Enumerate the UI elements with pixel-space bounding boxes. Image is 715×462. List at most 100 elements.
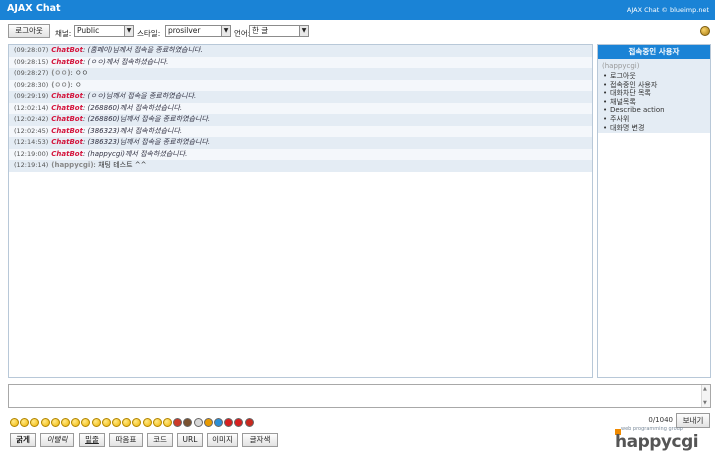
format-button[interactable]: 글자색 xyxy=(242,433,278,447)
message-author[interactable]: (ㅇㅇ) xyxy=(51,69,70,77)
emoticon-icon[interactable] xyxy=(214,418,223,427)
chevron-down-icon: ▼ xyxy=(124,26,133,36)
emoticon-icon[interactable] xyxy=(173,418,183,427)
format-button[interactable]: 이미지 xyxy=(207,433,238,447)
chat-message: (12:02:14) ChatBot: (268860)께서 접속하셨습니다. xyxy=(9,102,592,114)
message-author[interactable]: ChatBot xyxy=(51,115,83,123)
emoticon-icon[interactable] xyxy=(203,418,213,427)
channel-label: 채널: xyxy=(55,29,72,38)
emoticon-icon[interactable] xyxy=(20,418,30,427)
message-time: (12:02:45) xyxy=(14,126,49,135)
emoticon-icon[interactable] xyxy=(30,418,40,427)
language-select-value: 한 글 xyxy=(252,26,269,35)
message-text: : (386323)님께서 접속을 종료하였습니다. xyxy=(82,138,211,146)
message-time: (12:02:42) xyxy=(14,115,49,123)
message-time: (09:29:19) xyxy=(14,92,49,100)
message-time: (09:28:27) xyxy=(14,69,49,77)
format-button[interactable]: URL xyxy=(177,433,203,447)
channel-select[interactable]: Public ▼ xyxy=(74,25,134,37)
message-time: (12:14:53) xyxy=(14,138,49,146)
chat-message: (09:29:19) ChatBot: (ㅇㅇ)님께서 접속을 종료하였습니다. xyxy=(9,91,592,103)
user-menu-item[interactable]: 채널목록 xyxy=(602,98,706,107)
message-text: : (ㅇㅇ)께서 접속하셨습니다. xyxy=(82,57,169,66)
message-author[interactable]: (ㅇㅇ) xyxy=(51,81,70,89)
user-menu-item[interactable]: 접속중인 사용자 xyxy=(602,81,706,90)
emoticon-icon[interactable] xyxy=(132,418,142,427)
language-select[interactable]: 한 글 ▼ xyxy=(249,25,309,37)
message-text: : (386323)께서 접속하셨습니다. xyxy=(82,126,183,135)
scrollbar[interactable]: ▲ ▼ xyxy=(701,385,710,407)
format-button[interactable]: 굵게 xyxy=(10,433,36,447)
user-menu-item[interactable]: 주사위 xyxy=(602,115,706,124)
message-author[interactable]: ChatBot xyxy=(51,92,83,100)
format-button[interactable]: 따옴표 xyxy=(109,433,143,447)
message-author[interactable]: ChatBot xyxy=(51,127,83,135)
online-list: 접속중인 사용자 (happycgi) 로그아웃접속중인 사용자대화차단 목록채… xyxy=(597,44,711,378)
online-user-panel: (happycgi) 로그아웃접속중인 사용자대화차단 목록채널목록Descri… xyxy=(598,59,710,133)
chat-message: (12:02:45) ChatBot: (386323)께서 접속하셨습니다. xyxy=(9,125,592,137)
emoticon-icon[interactable] xyxy=(40,418,50,427)
chat-message: (12:19:14) (happycgi): 채팅 테스트 ^^ xyxy=(9,160,592,172)
emoticon-icon[interactable] xyxy=(101,418,111,427)
emoticon-icon[interactable] xyxy=(50,418,60,427)
emoticon-icon[interactable] xyxy=(234,418,244,427)
message-input[interactable]: ▲ ▼ xyxy=(8,384,711,408)
message-text: : (268860)께서 접속하셨습니다. xyxy=(82,103,183,112)
emoticon-icon[interactable] xyxy=(142,418,152,427)
emoticon-icon[interactable] xyxy=(224,418,234,427)
toolbar: 로그아웃 채널: Public ▼ 스타일: prosilver ▼ 언어: 한… xyxy=(0,20,715,42)
user-menu: 로그아웃접속중인 사용자대화차단 목록채널목록Describe action주사… xyxy=(602,72,706,132)
emoticon-icon[interactable] xyxy=(152,418,162,427)
emoticon-icon[interactable] xyxy=(61,418,70,427)
user-menu-item[interactable]: 대화명 변경 xyxy=(602,124,706,133)
emoticon-icon[interactable] xyxy=(193,418,203,427)
style-select-value: prosilver xyxy=(168,26,201,35)
message-author[interactable]: ChatBot xyxy=(51,150,83,158)
message-text: : (268860)님께서 접속을 종료하였습니다. xyxy=(82,115,211,123)
message-time: (09:28:15) xyxy=(14,57,49,66)
language-label: 언어: xyxy=(234,29,251,38)
message-text: : ㅇㅇ xyxy=(70,69,89,77)
format-button[interactable]: 밑줄 xyxy=(79,433,105,447)
emoticon-icon[interactable] xyxy=(71,418,81,427)
chat-message: (12:14:53) ChatBot: (386323)님께서 접속을 종료하였습… xyxy=(9,137,592,149)
logo-text: happycgi xyxy=(615,432,699,452)
online-user[interactable]: (happycgi) xyxy=(602,62,706,70)
message-text: : ㅇ xyxy=(70,80,82,89)
emoticon-icon[interactable] xyxy=(10,418,19,427)
user-menu-item[interactable]: 대화차단 목록 xyxy=(602,89,706,98)
message-author[interactable]: (happycgi) xyxy=(51,161,93,169)
app-header: AJAX Chat AJAX Chat © blueimp.net xyxy=(0,0,715,20)
app-title: AJAX Chat xyxy=(7,3,61,14)
message-author[interactable]: ChatBot xyxy=(51,46,83,54)
style-label: 스타일: xyxy=(137,29,161,38)
message-author[interactable]: ChatBot xyxy=(51,104,83,112)
format-button[interactable]: 코드 xyxy=(147,433,173,447)
emoticon-icon[interactable] xyxy=(112,418,121,427)
message-time: (12:02:14) xyxy=(14,103,49,112)
chevron-down-icon: ▼ xyxy=(221,26,230,36)
message-time: (09:28:07) xyxy=(14,46,49,54)
character-counter: 0/1040 xyxy=(648,416,673,424)
logout-button[interactable]: 로그아웃 xyxy=(8,24,50,38)
chat-message: (09:28:15) ChatBot: (ㅇㅇ)께서 접속하셨습니다. xyxy=(9,56,592,68)
style-select[interactable]: prosilver ▼ xyxy=(165,25,231,37)
emoticon-icon[interactable] xyxy=(81,418,91,427)
emoticon-icon[interactable] xyxy=(91,418,101,427)
chat-list[interactable]: (09:28:07) ChatBot: (홈페이)님께서 접속을 종료하였습니다.… xyxy=(8,44,593,378)
message-author[interactable]: ChatBot xyxy=(51,58,83,66)
message-time: (12:19:00) xyxy=(14,149,49,158)
emoticon-icon[interactable] xyxy=(122,418,132,427)
emoticon-icon[interactable] xyxy=(183,418,193,427)
emoticon-icon[interactable] xyxy=(163,418,172,427)
scroll-down-icon[interactable]: ▼ xyxy=(703,400,707,406)
user-menu-item[interactable]: Describe action xyxy=(602,106,706,115)
status-icon[interactable] xyxy=(700,26,710,36)
message-time: (12:19:14) xyxy=(14,161,49,169)
user-menu-item[interactable]: 로그아웃 xyxy=(602,72,706,81)
scroll-up-icon[interactable]: ▲ xyxy=(703,386,707,392)
chat-message: (09:28:07) ChatBot: (홈페이)님께서 접속을 종료하였습니다. xyxy=(9,45,592,57)
emoticon-icon[interactable] xyxy=(244,418,254,427)
message-author[interactable]: ChatBot xyxy=(51,138,83,146)
format-button[interactable]: 이탤릭 xyxy=(40,433,74,447)
